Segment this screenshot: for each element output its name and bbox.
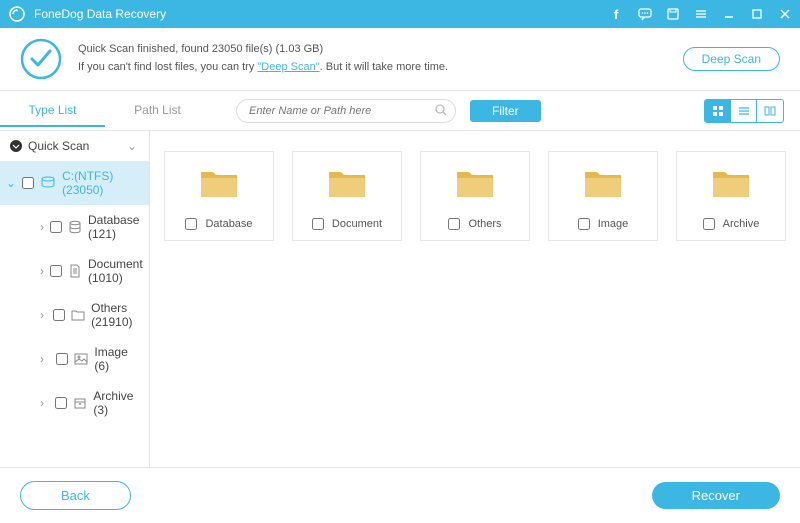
folder-item-image[interactable]: Image (548, 151, 658, 241)
tree-item-database[interactable]: Database (121) (0, 205, 149, 249)
document-icon (68, 264, 82, 278)
tree-drive-label: C:(NTFS) (23050) (62, 169, 139, 197)
tab-path-list[interactable]: Path List (105, 95, 210, 127)
deep-scan-link[interactable]: "Deep Scan" (257, 61, 319, 73)
folder-checkbox[interactable] (448, 218, 460, 230)
back-button[interactable]: Back (20, 481, 131, 510)
tab-type-list[interactable]: Type List (0, 95, 105, 127)
tree-item-label: Archive (3) (93, 389, 139, 417)
sidebar-tree: Quick Scan C:(NTFS) (23050) Database (12… (0, 131, 150, 506)
recover-button[interactable]: Recover (652, 482, 780, 509)
folder-icon (455, 166, 495, 200)
folder-item-document[interactable]: Document (292, 151, 402, 241)
folder-item-archive[interactable]: Archive (676, 151, 786, 241)
collapse-icon[interactable] (10, 140, 22, 152)
tree-item-others[interactable]: Others (21910) (0, 293, 149, 337)
tree-root-label: Quick Scan (28, 139, 89, 153)
drive-checkbox[interactable] (22, 177, 34, 189)
folder-label: Archive (723, 218, 760, 230)
menu-icon[interactable] (694, 7, 708, 21)
search-box (236, 99, 456, 123)
chevron-down-icon[interactable] (127, 139, 139, 153)
item-checkbox[interactable] (55, 397, 67, 409)
item-checkbox[interactable] (50, 221, 62, 233)
chevron-right-icon[interactable] (40, 264, 44, 278)
folder-item-others[interactable]: Others (420, 151, 530, 241)
status-line2b: . But it will take more time. (320, 61, 448, 73)
save-icon[interactable] (666, 7, 680, 21)
search-icon[interactable] (434, 103, 448, 117)
folder-icon (583, 166, 623, 200)
tree-item-document[interactable]: Document (1010) (0, 249, 149, 293)
tree-root[interactable]: Quick Scan (0, 131, 149, 161)
window-controls: f (610, 7, 792, 21)
folder-icon (199, 166, 239, 200)
sidebar-tabs: Type List Path List (0, 95, 210, 127)
tree-drive[interactable]: C:(NTFS) (23050) (0, 161, 149, 205)
drive-icon (40, 176, 56, 190)
folder-checkbox[interactable] (185, 218, 197, 230)
feedback-icon[interactable] (638, 7, 652, 21)
item-checkbox[interactable] (53, 309, 65, 321)
main-area: Quick Scan C:(NTFS) (23050) Database (12… (0, 131, 800, 506)
tree-item-label: Document (1010) (88, 257, 143, 285)
folder-icon (711, 166, 751, 200)
folder-label: Document (332, 218, 382, 230)
folder-label: Database (205, 218, 252, 230)
tree-item-image[interactable]: Image (6) (0, 337, 149, 381)
folder-checkbox[interactable] (703, 218, 715, 230)
tree-item-label: Others (21910) (91, 301, 139, 329)
filter-button[interactable]: Filter (470, 100, 541, 122)
folder-icon (327, 166, 367, 200)
deep-scan-button[interactable]: Deep Scan (683, 47, 780, 71)
status-bar: Quick Scan finished, found 23050 file(s)… (0, 28, 800, 91)
status-text: Quick Scan finished, found 23050 file(s)… (78, 41, 448, 76)
image-icon (74, 352, 88, 366)
chevron-right-icon[interactable] (40, 352, 50, 366)
tree-item-archive[interactable]: Archive (3) (0, 381, 149, 425)
chevron-down-icon[interactable] (6, 176, 16, 190)
view-toggles (704, 99, 784, 123)
search-input[interactable] (236, 99, 456, 123)
titlebar: FoneDog Data Recovery f (0, 0, 800, 28)
facebook-icon[interactable]: f (610, 7, 624, 21)
item-checkbox[interactable] (56, 353, 68, 365)
view-grid-icon[interactable] (705, 100, 731, 122)
tree-item-label: Database (121) (88, 213, 139, 241)
toolbar: Type List Path List Filter (0, 91, 800, 131)
close-icon[interactable] (778, 7, 792, 21)
footer: Back Recover (0, 467, 800, 523)
content-area: Database Document Others Image Archive (150, 131, 800, 506)
chevron-right-icon[interactable] (40, 396, 49, 410)
view-detail-icon[interactable] (757, 100, 783, 122)
status-line2a: If you can't find lost files, you can tr… (78, 61, 257, 73)
folder-item-database[interactable]: Database (164, 151, 274, 241)
archive-icon (73, 396, 87, 410)
folder-label: Others (468, 218, 501, 230)
item-checkbox[interactable] (50, 265, 62, 277)
folder-icon (71, 308, 85, 322)
tree-item-label: Image (6) (94, 345, 139, 373)
database-icon (68, 220, 82, 234)
chevron-right-icon[interactable] (40, 308, 47, 322)
svg-text:f: f (614, 7, 619, 21)
check-complete-icon (20, 38, 62, 80)
folder-checkbox[interactable] (312, 218, 324, 230)
minimize-icon[interactable] (722, 7, 736, 21)
app-title: FoneDog Data Recovery (34, 7, 610, 21)
folder-checkbox[interactable] (578, 218, 590, 230)
folder-label: Image (598, 218, 629, 230)
app-logo-icon (8, 5, 26, 23)
tree-children: Database (121) Document (1010) Others (2… (0, 205, 149, 425)
view-list-icon[interactable] (731, 100, 757, 122)
maximize-icon[interactable] (750, 7, 764, 21)
chevron-right-icon[interactable] (40, 220, 44, 234)
folder-grid: Database Document Others Image Archive (164, 151, 786, 241)
status-line1: Quick Scan finished, found 23050 file(s)… (78, 41, 448, 59)
